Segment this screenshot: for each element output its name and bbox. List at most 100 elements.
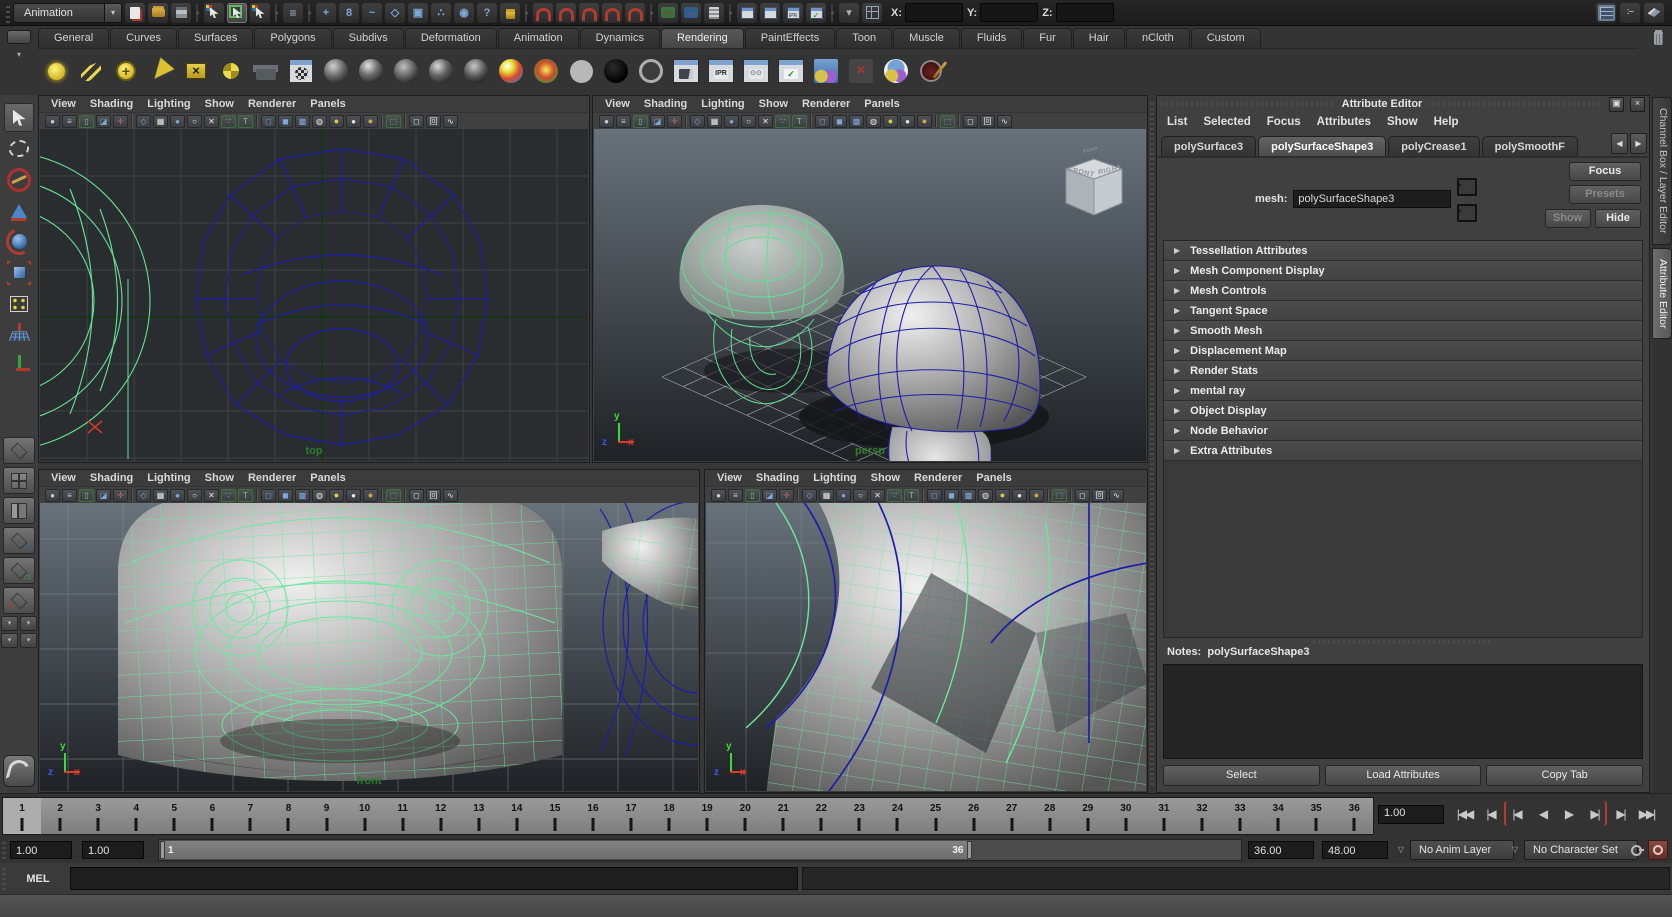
timeline-frame[interactable]: 5 (155, 798, 193, 834)
timeline-frame[interactable]: 26 (955, 798, 993, 834)
highlighted-sphere-icon[interactable]: ○ (741, 115, 756, 128)
frame-all-icon[interactable]: 回 (426, 115, 441, 128)
frame-selection-icon[interactable]: ◻ (409, 489, 424, 502)
timeline-frame[interactable]: 28 (1031, 798, 1069, 834)
range-drag-handle[interactable] (2, 841, 6, 859)
move-tool[interactable] (4, 196, 34, 225)
timeline-frame[interactable]: 10 (346, 798, 384, 834)
select-camera-icon[interactable]: ● (599, 115, 614, 128)
playback-range-bar[interactable]: 1 36 (160, 841, 972, 859)
expand-arrow-icon[interactable]: ▶ (1174, 366, 1180, 375)
last-tool-used[interactable] (4, 382, 34, 411)
tool-settings-toggle-icon[interactable] (1620, 3, 1640, 23)
animation-start-field[interactable]: 1.00 (10, 841, 72, 859)
image-plane-icon[interactable]: ◪ (650, 115, 665, 128)
textured-cube-icon[interactable]: ▩ (295, 489, 310, 502)
play-backwards-button[interactable]: ◀ (1530, 801, 1555, 826)
tab-scroll-left-icon[interactable]: ◀ (1611, 133, 1628, 154)
attribute-editor-menu-item[interactable]: Attributes (1317, 116, 1371, 128)
timeline-frame[interactable]: 8 (269, 798, 307, 834)
range-slider-track[interactable]: 1 36 (158, 839, 1242, 861)
viewport-persp[interactable]: ViewShadingLightingShowRendererPanels ●≡… (592, 95, 1148, 463)
anisotropic-material-icon[interactable] (320, 55, 352, 87)
ipr-render-icon[interactable] (705, 55, 737, 87)
snap-to-curve-icon[interactable] (556, 3, 576, 23)
shelf-tab-switch-button[interactable] (7, 30, 31, 44)
channel-box-layer-editor-tab[interactable]: Channel Box / Layer Editor (1652, 97, 1672, 245)
trash-icon[interactable] (1650, 29, 1666, 45)
timeline-frame[interactable]: 35 (1297, 798, 1335, 834)
frame-all-icon[interactable]: 回 (1092, 489, 1107, 502)
attribute-section-header[interactable]: ▶ Mesh Component Display (1164, 261, 1642, 281)
select-component-mode-icon[interactable] (250, 3, 270, 23)
channel-box-toggle-icon[interactable] (1596, 3, 1616, 23)
shaded-cube-icon[interactable]: ◼ (278, 489, 293, 502)
hypershade-window-icon[interactable] (880, 55, 912, 87)
viewport-menu-item[interactable]: Panels (976, 472, 1011, 484)
isolate-select-icon[interactable]: ⬚ (386, 115, 401, 128)
view-connections-icon[interactable]: ∿ (443, 489, 458, 502)
attribute-section-header[interactable]: ▶ Node Behavior (1164, 421, 1642, 441)
viewport-menu-item[interactable]: Panels (310, 472, 345, 484)
notes-textarea[interactable] (1163, 664, 1643, 759)
notes-resize-handle[interactable] (1313, 640, 1493, 644)
timeline-frame[interactable]: 20 (726, 798, 764, 834)
layout-dropdown-left[interactable]: ▾ (1, 616, 18, 631)
select-object-mode-icon[interactable] (227, 3, 247, 23)
layout-dropdown-right2[interactable]: ▾ (20, 633, 37, 648)
smooth-shade-icon[interactable]: ▦ (153, 489, 168, 502)
timeline-frame[interactable]: 29 (1069, 798, 1107, 834)
timeline-frame[interactable]: 12 (422, 798, 460, 834)
two-d-pan-zoom-icon[interactable]: ✛ (667, 115, 682, 128)
layer-editor-toggle-icon[interactable] (1644, 3, 1664, 23)
character-set-select[interactable]: No Character Set (1524, 840, 1638, 860)
textured-cube-icon[interactable]: ▩ (295, 115, 310, 128)
attribute-section-header[interactable]: ▶ Object Display (1164, 401, 1642, 421)
shader-glow-icon[interactable] (635, 55, 667, 87)
anim-layer-select[interactable]: No Anim Layer (1410, 840, 1514, 860)
frame-all-icon[interactable]: 回 (980, 115, 995, 128)
lights-flat-icon[interactable]: ● (1012, 489, 1027, 502)
expand-arrow-icon[interactable]: ▶ (1174, 286, 1180, 295)
four-pane-layout-button[interactable] (3, 467, 35, 494)
shelf-tab[interactable]: PaintEffects (745, 28, 836, 48)
image-plane-icon[interactable]: ◪ (96, 489, 111, 502)
field-entry-mode-icon[interactable] (862, 3, 882, 23)
attribute-section-header[interactable]: ▶ Displacement Map (1164, 341, 1642, 361)
tab-scroll-right-icon[interactable]: ▶ (1630, 133, 1647, 154)
shaded-sphere-icon[interactable]: ● (836, 489, 851, 502)
snap-to-projected-center-icon[interactable] (602, 3, 622, 23)
current-frame-field[interactable]: 1.00 (1378, 805, 1444, 824)
graph-editor-pane-layout-button[interactable] (3, 527, 35, 554)
timeline-frame[interactable]: 25 (917, 798, 955, 834)
timeline-frame[interactable]: 31 (1145, 798, 1183, 834)
lights-all-icon[interactable]: ● (917, 115, 932, 128)
viewport-menu-item[interactable]: Shading (90, 472, 133, 484)
coordinate-input[interactable] (980, 3, 1038, 22)
menu-set-dropdown[interactable]: Animation ▾ (13, 3, 122, 23)
viewport-menu-item[interactable]: Show (205, 472, 234, 484)
timeline-frame[interactable]: 36 (1335, 798, 1373, 834)
expand-arrow-icon[interactable]: ▶ (1174, 246, 1180, 255)
expand-arrow-icon[interactable]: ▶ (1174, 266, 1180, 275)
viewport-top[interactable]: ViewShadingLightingShowRendererPanels ●≡… (38, 95, 590, 463)
lock-selection-icon[interactable] (500, 3, 520, 23)
viewport-menu-item[interactable]: Panels (864, 98, 899, 110)
select-deformations-mask-icon[interactable]: ▣ (408, 3, 428, 23)
wireframe-icon[interactable]: ◇ (136, 489, 151, 502)
node-tab[interactable]: polyCrease1 (1388, 136, 1479, 156)
playback-start-field[interactable]: 1.00 (82, 841, 144, 859)
expand-arrow-icon[interactable]: ▶ (1174, 306, 1180, 315)
animation-preferences-icon[interactable] (1648, 840, 1668, 860)
select-dynamics-mask-icon[interactable]: ∴ (431, 3, 451, 23)
statusline-drag-handle[interactable] (6, 3, 10, 23)
attribute-editor-menu-item[interactable]: List (1167, 116, 1187, 128)
timeline-frame[interactable]: 16 (574, 798, 612, 834)
select-misc-mask-icon[interactable]: ? (477, 3, 497, 23)
hypershade-icon[interactable] (810, 55, 842, 87)
camera-attributes-icon[interactable]: ≡ (62, 115, 77, 128)
viewport-menu-item[interactable]: Renderer (914, 472, 962, 484)
shelf-tab[interactable]: Curves (110, 28, 177, 48)
shaded-sphere-icon[interactable]: ● (724, 115, 739, 128)
timeline-frame[interactable]: 23 (840, 798, 878, 834)
